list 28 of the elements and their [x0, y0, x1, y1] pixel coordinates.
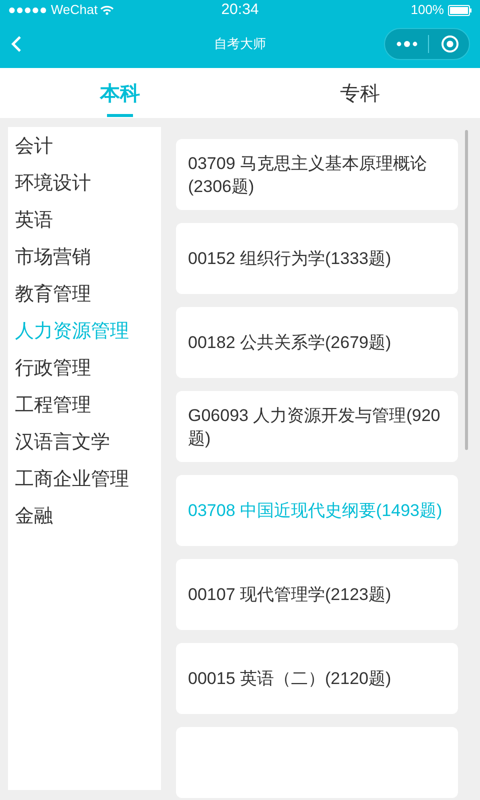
- course-card[interactable]: 03709 马克思主义基本原理概论(2306题): [176, 139, 458, 210]
- carrier-text: ●●●●● WeChat: [8, 1, 98, 20]
- course-card[interactable]: 00015 英语（二）(2120题): [176, 643, 458, 714]
- battery-icon: [448, 4, 472, 16]
- more-icon[interactable]: [396, 40, 418, 48]
- wifi-icon: [100, 5, 114, 15]
- category-item[interactable]: 英语: [15, 209, 53, 246]
- close-icon[interactable]: [441, 35, 459, 53]
- course-card[interactable]: 00107 现代管理学(2123题): [176, 559, 458, 630]
- category-item[interactable]: 金融: [15, 505, 53, 542]
- category-item[interactable]: 行政管理: [15, 357, 91, 394]
- course-card[interactable]: 00152 组织行为学(1333题): [176, 223, 458, 294]
- clock-text: 20:34: [221, 0, 259, 20]
- category-item[interactable]: 会计: [15, 135, 53, 172]
- tab[interactable]: 专科: [340, 80, 380, 108]
- page-title: 自考大师: [214, 35, 266, 54]
- course-card[interactable]: 00182 公共关系学(2679题): [176, 307, 458, 378]
- scrollbar[interactable]: [465, 130, 468, 450]
- capsule-menu[interactable]: [384, 28, 470, 60]
- category-item[interactable]: 工商企业管理: [15, 468, 129, 505]
- category-item[interactable]: 工程管理: [15, 394, 91, 431]
- category-item[interactable]: 市场营销: [15, 246, 91, 283]
- category-item[interactable]: 环境设计: [15, 172, 91, 209]
- category-item[interactable]: 教育管理: [15, 283, 91, 320]
- category-item[interactable]: 汉语言文学: [15, 431, 110, 468]
- course-card[interactable]: G06093 人力资源开发与管理(920题): [176, 391, 458, 462]
- battery-text: 100%: [410, 1, 444, 20]
- back-icon[interactable]: [10, 35, 22, 53]
